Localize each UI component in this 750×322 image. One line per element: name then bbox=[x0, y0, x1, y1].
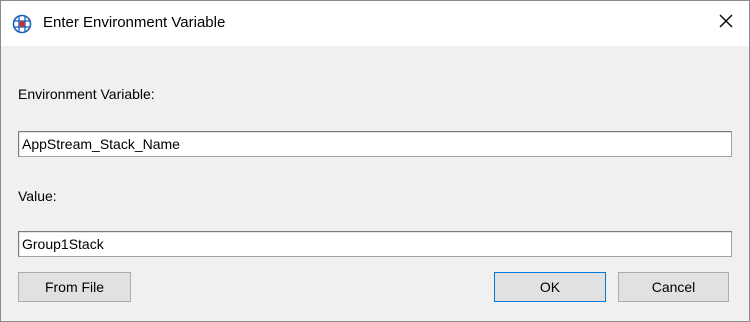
close-icon bbox=[719, 14, 733, 33]
environment-variable-label: Environment Variable: bbox=[18, 86, 155, 102]
value-label: Value: bbox=[18, 188, 57, 204]
from-file-button[interactable]: From File bbox=[18, 272, 131, 302]
window-title: Enter Environment Variable bbox=[43, 14, 226, 31]
title-bar[interactable]: Enter Environment Variable bbox=[1, 1, 749, 46]
ok-button[interactable]: OK bbox=[494, 272, 606, 302]
value-input[interactable] bbox=[18, 231, 732, 257]
close-button[interactable] bbox=[703, 1, 749, 46]
cancel-button[interactable]: Cancel bbox=[618, 272, 729, 302]
environment-variable-input[interactable] bbox=[18, 131, 732, 157]
dialog-window: Enter Environment Variable Environment V… bbox=[0, 0, 750, 322]
globe-grid-icon bbox=[12, 14, 32, 34]
